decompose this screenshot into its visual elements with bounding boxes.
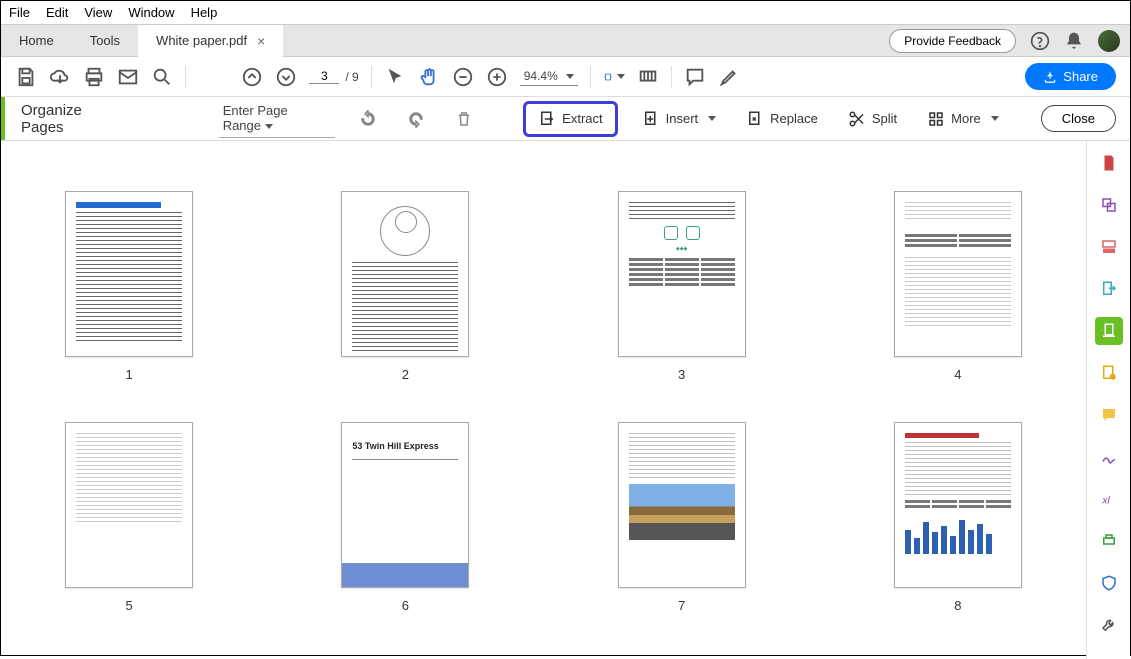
tools-settings-icon[interactable] <box>1095 611 1123 639</box>
menu-help[interactable]: Help <box>191 5 218 20</box>
menu-file[interactable]: File <box>9 5 30 20</box>
insert-button[interactable]: Insert <box>636 106 723 132</box>
page-thumb-2[interactable]: 2 <box>341 191 469 382</box>
chevron-down-icon <box>265 124 273 129</box>
menu-view[interactable]: View <box>84 5 112 20</box>
page6-title: 53 Twin Hill Express <box>352 441 458 452</box>
page-total-label: / 9 <box>345 70 358 84</box>
organize-title: Organize Pages <box>15 102 105 136</box>
tab-close-icon[interactable]: × <box>257 33 265 49</box>
provide-feedback-button[interactable]: Provide Feedback <box>889 29 1016 53</box>
cloud-icon[interactable] <box>49 66 71 88</box>
rotate-right-button[interactable] <box>401 106 431 132</box>
page-number-label: 7 <box>678 598 685 613</box>
page-number-label: 2 <box>402 367 409 382</box>
zoom-dropdown[interactable]: 94.4% <box>520 67 578 86</box>
help-icon[interactable] <box>1030 31 1050 51</box>
tab-home[interactable]: Home <box>1 25 72 57</box>
hand-tool-icon[interactable] <box>418 66 440 88</box>
page-number-label: 4 <box>954 367 961 382</box>
page-thumb-3[interactable]: ◆◆◆ 3 <box>618 191 746 382</box>
menubar: File Edit View Window Help <box>1 1 1130 25</box>
tab-document[interactable]: White paper.pdf × <box>138 25 283 57</box>
page-thumb-5[interactable]: 5 <box>65 422 193 613</box>
print-icon[interactable] <box>83 66 105 88</box>
page-number-label: 3 <box>678 367 685 382</box>
page-number-label: 8 <box>954 598 961 613</box>
combine-files-icon[interactable] <box>1095 191 1123 219</box>
page-indicator: / 9 <box>309 69 358 84</box>
zoom-in-icon[interactable] <box>486 66 508 88</box>
extract-button[interactable]: Extract <box>523 101 617 137</box>
email-icon[interactable] <box>117 66 139 88</box>
organize-toolbar: Organize Pages Enter Page Range Extract … <box>1 97 1130 141</box>
page-thumb-1[interactable]: 1 <box>65 191 193 382</box>
page-thumb-4[interactable]: 4 <box>894 191 1022 382</box>
tab-tools[interactable]: Tools <box>72 25 138 57</box>
right-sidebar: xl <box>1086 141 1130 659</box>
menu-window[interactable]: Window <box>128 5 174 20</box>
page-thumbnails[interactable]: 1 2 ◆◆◆ <box>1 141 1086 659</box>
fill-sign-icon[interactable] <box>1095 443 1123 471</box>
search-icon[interactable] <box>151 66 173 88</box>
tab-document-label: White paper.pdf <box>156 33 247 48</box>
svg-text:xl: xl <box>1101 495 1110 507</box>
notifications-icon[interactable] <box>1064 31 1084 51</box>
comment-icon[interactable] <box>684 66 706 88</box>
send-comments-icon[interactable] <box>1095 359 1123 387</box>
edit-pdf-icon[interactable] <box>1095 233 1123 261</box>
rotate-left-button[interactable] <box>353 106 383 132</box>
close-button[interactable]: Close <box>1041 105 1116 132</box>
page-thumb-8[interactable]: 8 <box>894 422 1022 613</box>
extract-label: Extract <box>562 111 602 126</box>
organize-pages-icon[interactable] <box>1095 317 1123 345</box>
comment-tool-icon[interactable] <box>1095 401 1123 429</box>
share-button[interactable]: Share <box>1025 63 1116 90</box>
page-number-label: 1 <box>126 367 133 382</box>
content-area: 1 2 ◆◆◆ <box>1 141 1130 659</box>
split-button[interactable]: Split <box>842 106 903 132</box>
more-tools-icon[interactable]: xl <box>1095 485 1123 513</box>
main-toolbar: / 9 94.4% Share <box>1 57 1130 97</box>
chevron-down-icon <box>566 74 574 79</box>
fit-width-icon[interactable] <box>603 66 625 88</box>
page-up-icon[interactable] <box>241 66 263 88</box>
page-number-label: 6 <box>402 598 409 613</box>
delete-button[interactable] <box>449 106 479 132</box>
print-production-icon[interactable] <box>1095 527 1123 555</box>
save-icon[interactable] <box>15 66 37 88</box>
page-number-label: 5 <box>126 598 133 613</box>
protect-icon[interactable] <box>1095 569 1123 597</box>
replace-label: Replace <box>770 111 818 126</box>
split-label: Split <box>872 111 897 126</box>
page-thumb-7[interactable]: 7 <box>618 422 746 613</box>
zoom-value-label: 94.4% <box>524 69 558 83</box>
tab-bar: Home Tools White paper.pdf × Provide Fee… <box>1 25 1130 57</box>
page-thumb-6[interactable]: 53 Twin Hill Express 6 <box>341 422 469 613</box>
select-tool-icon[interactable] <box>384 66 406 88</box>
more-button[interactable]: More <box>921 106 1005 132</box>
page-range-dropdown[interactable]: Enter Page Range <box>219 99 336 138</box>
insert-label: Insert <box>666 111 699 126</box>
avatar[interactable] <box>1098 30 1120 52</box>
create-pdf-icon[interactable] <box>1095 149 1123 177</box>
highlight-icon[interactable] <box>718 66 740 88</box>
page-down-icon[interactable] <box>275 66 297 88</box>
menu-edit[interactable]: Edit <box>46 5 68 20</box>
replace-button[interactable]: Replace <box>740 106 824 132</box>
page-current-input[interactable] <box>309 69 339 84</box>
more-label: More <box>951 111 981 126</box>
zoom-out-icon[interactable] <box>452 66 474 88</box>
share-label: Share <box>1063 69 1098 84</box>
reading-mode-icon[interactable] <box>637 66 659 88</box>
export-pdf-icon[interactable] <box>1095 275 1123 303</box>
